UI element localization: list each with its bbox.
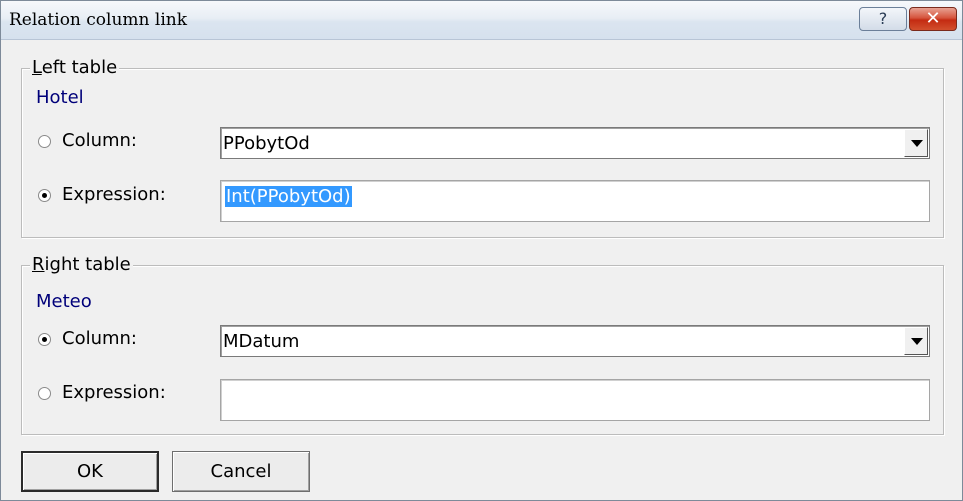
left-expression-radio[interactable] (38, 189, 51, 202)
right-expression-input[interactable] (220, 379, 930, 421)
chevron-down-icon[interactable] (904, 129, 928, 157)
left-expression-value: Int(PPobytOd) (225, 186, 352, 207)
left-table-group: Left table Hotel Column: PPobytOd Expres… (21, 57, 944, 238)
left-column-label: Column: (62, 130, 137, 151)
right-table-legend: Right table (30, 254, 133, 275)
right-expression-label: Expression: (62, 382, 166, 403)
left-column-combobox[interactable]: PPobytOd (220, 127, 930, 159)
help-button[interactable]: ? (859, 7, 907, 31)
right-column-value: MDatum (223, 331, 300, 352)
left-expression-label: Expression: (62, 184, 166, 205)
chevron-down-icon[interactable] (904, 327, 928, 355)
right-column-radio[interactable] (38, 333, 51, 346)
title-bar: Relation column link ? ✕ (1, 1, 962, 40)
right-expression-radio[interactable] (38, 387, 51, 400)
window-title: Relation column link (9, 10, 188, 30)
relation-column-link-dialog: Relation column link ? ✕ Left table Hote… (0, 0, 963, 501)
left-column-radio[interactable] (38, 135, 51, 148)
right-column-label: Column: (62, 328, 137, 349)
cancel-button[interactable]: Cancel (172, 451, 310, 492)
help-icon: ? (878, 9, 888, 28)
left-table-legend: Left table (30, 57, 120, 78)
left-expression-input[interactable]: Int(PPobytOd) (220, 180, 930, 222)
close-icon: ✕ (925, 8, 941, 29)
right-column-combobox[interactable]: MDatum (220, 325, 930, 357)
right-table-group: Right table Meteo Column: MDatum Express… (21, 254, 944, 435)
left-column-value: PPobytOd (223, 133, 310, 154)
ok-button[interactable]: OK (21, 451, 159, 492)
right-table-name: Meteo (36, 291, 92, 312)
left-table-name: Hotel (36, 87, 84, 108)
close-button[interactable]: ✕ (909, 7, 957, 31)
